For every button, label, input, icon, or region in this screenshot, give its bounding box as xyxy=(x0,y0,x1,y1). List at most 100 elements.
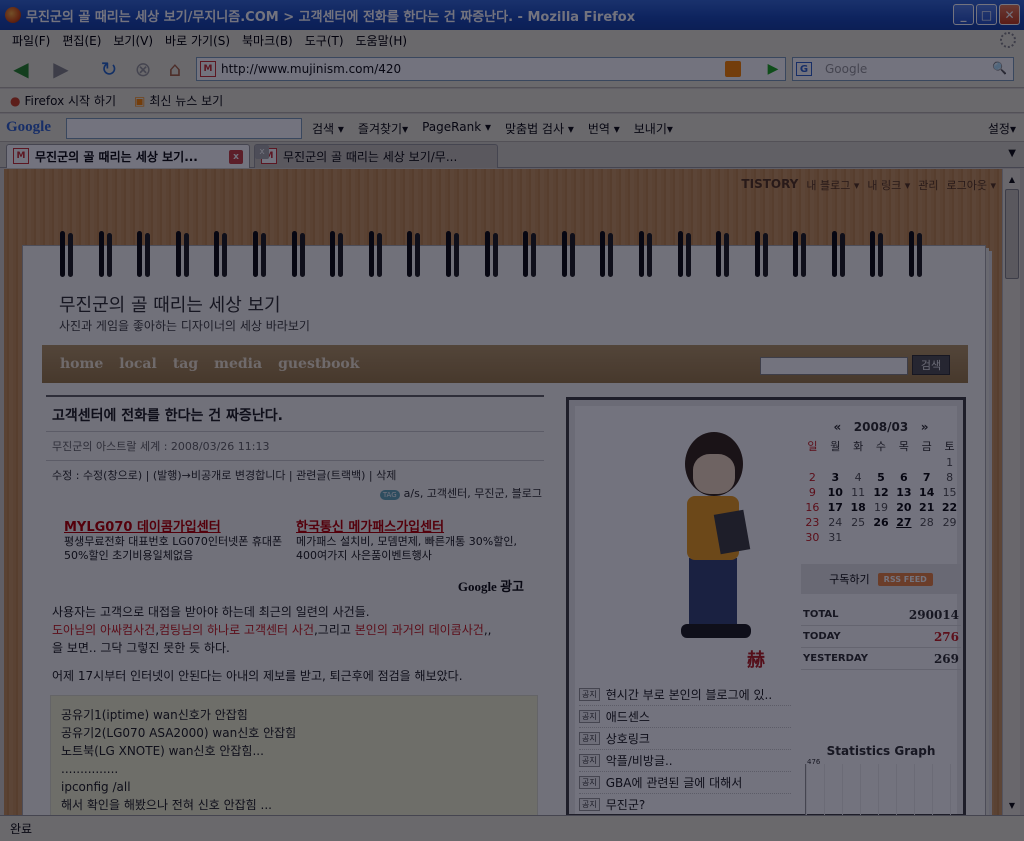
calendar-weekday: 목 xyxy=(898,440,909,453)
stop-button[interactable]: ⊗ xyxy=(130,57,156,81)
google-settings-button[interactable]: 설정▾ xyxy=(988,120,1016,137)
calendar-day[interactable]: 7 xyxy=(915,471,938,484)
tab-2[interactable]: M 무진군의 골 때리는 세상 보기/무... x xyxy=(254,144,498,168)
menu-file[interactable]: 파일(F) xyxy=(6,32,56,49)
logout-link[interactable]: 로그아웃 ▾ xyxy=(947,177,997,193)
calendar-day[interactable]: 26 xyxy=(870,516,893,529)
bookmark-label: 최신 뉴스 보기 xyxy=(149,94,224,108)
calendar-day: 24 xyxy=(828,516,843,529)
google-engine-icon[interactable]: G xyxy=(796,62,812,76)
menu-go[interactable]: 바로 가기(S) xyxy=(159,32,236,49)
nav-guestbook[interactable]: guestbook xyxy=(278,356,359,372)
calendar-day[interactable]: 3 xyxy=(824,471,847,484)
notice-title[interactable]: 악플/비방글.. xyxy=(606,752,673,769)
reload-button[interactable]: ↻ xyxy=(96,57,122,81)
url-bar[interactable]: M http://www.mujinism.com/420 xyxy=(196,57,786,81)
calendar-prev-button[interactable]: « xyxy=(833,420,841,434)
nav-tag[interactable]: tag xyxy=(173,356,198,372)
my-blog-link[interactable]: 내 블로그 ▾ xyxy=(806,177,859,193)
admin-link[interactable]: 관리 xyxy=(918,177,938,193)
calendar-day[interactable]: 10 xyxy=(824,486,847,499)
menu-view[interactable]: 보기(V) xyxy=(107,32,159,49)
scroll-down-icon[interactable]: ▼ xyxy=(1005,797,1019,813)
link-compting[interactable]: 컴팅님의 하나로 고객센터 사건 xyxy=(159,623,314,637)
ad-1[interactable]: MYLG070 데이콤가입센터 평생무료전화 대표번호 LG070인터넷폰 휴대… xyxy=(64,521,292,563)
calendar-day[interactable]: 20 xyxy=(892,501,915,514)
menu-bookmarks[interactable]: 북마크(B) xyxy=(236,32,299,49)
ad-title[interactable]: MYLG070 데이콤가입센터 xyxy=(64,521,292,535)
bookmark-firefox-start[interactable]: ● Firefox 시작 하기 xyxy=(10,92,116,109)
minimize-button[interactable]: _ xyxy=(953,4,974,25)
spellcheck-button[interactable]: 맞춤법 검사 ▾ xyxy=(505,120,574,137)
blog-title[interactable]: 무진군의 골 때리는 세상 보기 xyxy=(59,291,281,317)
notice-item[interactable]: 공지 악플/비방글.. xyxy=(579,750,791,772)
calendar-day[interactable]: 13 xyxy=(892,486,915,499)
notice-title[interactable]: GBA에 관련된 글에 대해서 xyxy=(606,774,743,791)
calendar-day[interactable]: 14 xyxy=(915,486,938,499)
link-doa[interactable]: 도아님의 아싸컴사건 xyxy=(52,623,155,637)
post-actions[interactable]: 수정 : 수정(창으로) | (발행)→비공개로 변경합니다 | 관련글(트랙백… xyxy=(46,461,544,485)
back-button[interactable]: ◀ xyxy=(8,57,34,81)
calendar-next-button[interactable]: » xyxy=(921,420,929,434)
forward-button[interactable]: ▶ xyxy=(48,57,74,81)
notice-item[interactable]: 공지 무진군? xyxy=(579,794,791,815)
close-button[interactable]: ✕ xyxy=(999,4,1020,25)
search-input[interactable]: G Google 🔍 xyxy=(792,57,1014,81)
tab-close-icon[interactable]: x xyxy=(229,150,243,164)
notice-item[interactable]: 공지 애드센스 xyxy=(579,706,791,728)
notice-item[interactable]: 공지 현시간 부로 본인의 블로그에 있.. xyxy=(579,684,791,706)
counter-total: TOTAL 290014 xyxy=(801,604,961,626)
bookmark-latest-news[interactable]: ▣ 최신 뉴스 보기 xyxy=(134,92,223,109)
google-ads-label[interactable]: Google 광고 xyxy=(458,576,524,595)
tag-list[interactable]: a/s, 고객센터, 무진군, 블로그 xyxy=(404,487,542,500)
google-bookmarks-button[interactable]: 즐겨찾기▾ xyxy=(358,120,408,137)
tab-1[interactable]: M 무진군의 골 때리는 세상 보기... x xyxy=(6,144,250,168)
maximize-button[interactable]: □ xyxy=(976,4,997,25)
notice-item[interactable]: 공지 GBA에 관련된 글에 대해서 xyxy=(579,772,791,794)
ad-title[interactable]: 한국통신 메가패스가입센터 xyxy=(296,521,524,535)
notice-item[interactable]: 공지 상호링크 xyxy=(579,728,791,750)
menu-edit[interactable]: 편집(E) xyxy=(56,32,107,49)
calendar-day[interactable]: 12 xyxy=(870,486,893,499)
link-dacom[interactable]: 본인의 과거의 데이콤사건 xyxy=(355,623,484,637)
google-toolbar-search-input[interactable] xyxy=(66,118,302,139)
vertical-scrollbar[interactable]: ▲ ▼ xyxy=(1002,169,1020,815)
calendar-day[interactable]: 17 xyxy=(824,501,847,514)
calendar-day[interactable]: 22 xyxy=(938,501,961,514)
rss-feed-button[interactable]: RSS FEED xyxy=(877,572,933,586)
go-button[interactable]: ▶ xyxy=(764,60,782,78)
calendar-day[interactable]: 21 xyxy=(915,501,938,514)
spiral-ring xyxy=(133,231,153,279)
rss-icon[interactable] xyxy=(725,61,741,77)
scroll-thumb[interactable] xyxy=(1005,189,1019,279)
post-title[interactable]: 고객센터에 전화를 한다는 건 짜증난다. xyxy=(46,395,544,432)
notice-title[interactable]: 상호링크 xyxy=(606,730,650,747)
translate-button[interactable]: 번역 ▾ xyxy=(588,120,620,137)
google-search-button[interactable]: 검색 ▾ xyxy=(312,120,344,137)
tab-list-icon[interactable]: ▼ xyxy=(1008,148,1016,159)
send-button[interactable]: 보내기▾ xyxy=(634,120,673,137)
spiral-ring xyxy=(365,231,385,279)
my-link-link[interactable]: 내 링크 ▾ xyxy=(867,177,910,193)
nav-local[interactable]: local xyxy=(119,356,157,372)
calendar-day[interactable]: 5 xyxy=(870,471,893,484)
menu-tools[interactable]: 도구(T) xyxy=(299,32,350,49)
ad-2[interactable]: 한국통신 메가패스가입센터 메가패스 설치비, 모뎀면제, 빠른개통 30%할인… xyxy=(296,521,524,563)
home-button[interactable]: ⌂ xyxy=(162,57,188,81)
menu-help[interactable]: 도움말(H) xyxy=(350,32,414,49)
post-category[interactable]: 무진군의 아스트랄 세계 xyxy=(52,440,160,453)
notice-title[interactable]: 애드센스 xyxy=(606,708,650,725)
nav-media[interactable]: media xyxy=(214,356,262,372)
tistory-logo[interactable]: TISTORY xyxy=(741,177,798,193)
nav-home[interactable]: home xyxy=(60,356,103,372)
blog-search-input[interactable] xyxy=(760,357,908,375)
notice-title[interactable]: 무진군? xyxy=(606,796,646,813)
notice-title[interactable]: 현시간 부로 본인의 블로그에 있.. xyxy=(606,686,772,703)
pagerank-button[interactable]: PageRank ▾ xyxy=(422,120,491,137)
calendar-day[interactable]: 18 xyxy=(847,501,870,514)
calendar-day[interactable]: 6 xyxy=(892,471,915,484)
firefox-window: 무진군의 골 때리는 세상 보기/무지니즘.COM > 고객센터에 전화를 한다… xyxy=(0,0,1024,841)
blog-search-button[interactable]: 검색 xyxy=(912,355,950,375)
scroll-up-icon[interactable]: ▲ xyxy=(1005,171,1019,187)
search-icon[interactable]: 🔍 xyxy=(992,61,1010,77)
